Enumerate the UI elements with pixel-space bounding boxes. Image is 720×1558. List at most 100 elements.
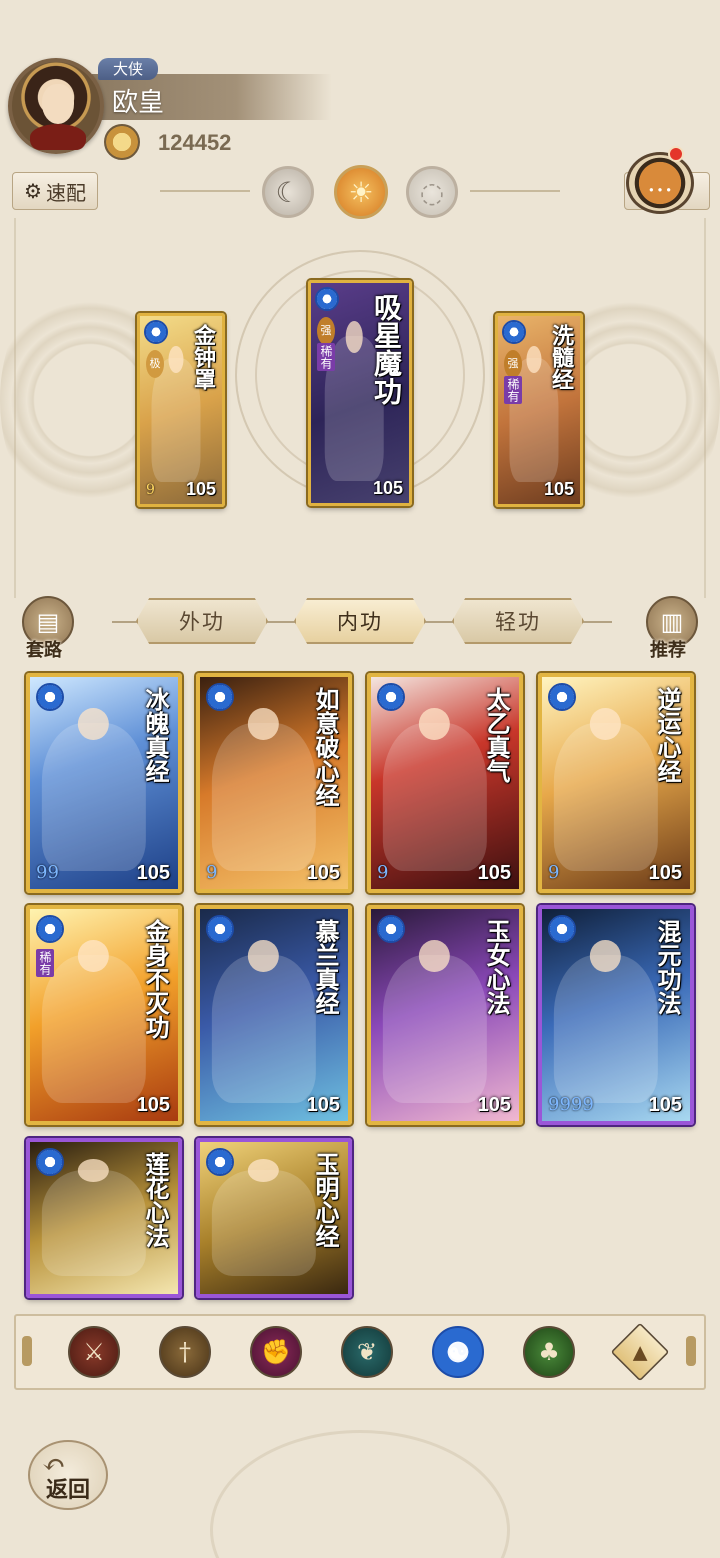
school-badge-icon: S [315, 287, 339, 311]
notification-dot [668, 146, 684, 162]
card-art [553, 939, 658, 1103]
chat-bubble-icon[interactable]: … [626, 152, 694, 214]
drop-icons: 9 [206, 862, 218, 883]
gear-icon: ⚙ [24, 179, 42, 203]
card-level: 105 [306, 862, 340, 884]
card-level: 105 [136, 1094, 170, 1116]
card-title: 玉女心法 [482, 919, 511, 1015]
recommend-label[interactable]: 推荐 [650, 636, 686, 662]
quick-config-button[interactable]: ⚙ 速配 [12, 172, 98, 210]
avatar[interactable] [8, 58, 104, 154]
card-title: 如意破心经 [311, 687, 340, 807]
skill-card[interactable]: S 冰魄真经 99 105 [26, 673, 182, 893]
coin-icon [104, 124, 140, 160]
skill-card[interactable]: S 如意破心经 9 105 [196, 673, 352, 893]
moon-icon[interactable]: ☾ [262, 166, 314, 218]
school-badge-icon: S [502, 320, 526, 344]
school-badge-icon: S [548, 683, 576, 711]
card-title: 慕兰真经 [311, 919, 340, 1015]
rarity-tag: 稀有 [317, 343, 335, 371]
school-badge-icon: S [36, 915, 64, 943]
card-art [41, 939, 146, 1103]
background-bottom-ornament [210, 1430, 510, 1558]
school-badge-icon: S [377, 683, 405, 711]
school-badge-icon: S [144, 320, 168, 344]
school-badge-icon: S [206, 915, 234, 943]
rarity-tag: 稀有 [36, 949, 54, 977]
equipped-slot-1[interactable]: S 极 金钟罩 9 105 [137, 313, 225, 507]
grade-tag: 强 [504, 350, 522, 378]
tab-qinggong[interactable]: 轻功 [452, 598, 584, 644]
card-level: 105 [477, 862, 511, 884]
back-button[interactable]: 返回 [28, 1440, 108, 1510]
card-art [382, 939, 487, 1103]
school-badge-icon: S [206, 683, 234, 711]
drop-icons: 9 [548, 862, 560, 883]
card-level: 105 [648, 862, 682, 884]
card-title: 玉明心经 [311, 1152, 340, 1248]
card-art [41, 1158, 146, 1276]
school-badge-icon: S [377, 915, 405, 943]
card-art [41, 707, 146, 871]
skill-card[interactable]: S 莲花心法 [26, 1138, 182, 1298]
skill-card[interactable]: S 逆运心经 9 105 [538, 673, 694, 893]
card-title: 逆运心经 [653, 687, 682, 783]
gourd-icon[interactable]: ♣ [523, 1326, 575, 1378]
back-arrow-icon: ↶ [42, 1448, 66, 1481]
school-badge-icon: S [36, 1148, 64, 1176]
sword-icon[interactable]: ⚔ [68, 1326, 120, 1378]
skill-card[interactable]: S 稀有 金身不灭功 105 [26, 905, 182, 1125]
card-title: 金身不灭功 [141, 919, 170, 1039]
coin-count: 124452 [158, 130, 232, 155]
equipped-slot-3[interactable]: S 强 稀有 洗髓经 105 [495, 313, 583, 507]
drop-icons: 9 [377, 862, 389, 883]
card-level: 105 [372, 478, 403, 498]
card-level: 105 [136, 862, 170, 884]
divider-right [470, 190, 560, 192]
card-level: 105 [477, 1094, 511, 1116]
rarity-tag: 稀有 [504, 376, 522, 404]
card-level: 105 [648, 1094, 682, 1116]
tab-waigong[interactable]: 外功 [136, 598, 268, 644]
card-level: 105 [306, 1094, 340, 1116]
card-title: 莲花心法 [141, 1152, 170, 1248]
school-badge-icon: S [548, 915, 576, 943]
divider-left [160, 190, 250, 192]
card-title: 混元功法 [653, 919, 682, 1015]
card-level: 105 [543, 479, 574, 499]
drop-icons: 9 [146, 482, 155, 498]
bar-end-ornament [22, 1336, 32, 1366]
taiji-icon[interactable]: ☯ [432, 1326, 484, 1378]
grade-tag: 强 [317, 317, 335, 345]
fan-icon[interactable]: ❦ [341, 1326, 393, 1378]
tab-neigong[interactable]: 内功 [294, 598, 426, 644]
skill-card[interactable]: S 太乙真气 9 105 [367, 673, 523, 893]
sun-icon[interactable]: ☀ [334, 165, 388, 219]
ring-icon[interactable]: ◌ [406, 166, 458, 218]
card-art [553, 707, 658, 871]
card-art [211, 707, 316, 871]
card-title: 吸星魔功 [370, 293, 403, 405]
avatar-face [42, 84, 74, 124]
skill-card[interactable]: S 慕兰真经 105 [196, 905, 352, 1125]
card-title: 洗髓经 [548, 324, 574, 390]
dagger-icon[interactable]: † [159, 1326, 211, 1378]
school-badge-icon: S [206, 1148, 234, 1176]
card-level: 105 [185, 479, 216, 499]
routine-label[interactable]: 套路 [26, 636, 62, 662]
skill-card[interactable]: S 混元功法 9999 105 [538, 905, 694, 1125]
skill-card[interactable]: S 玉明心经 [196, 1138, 352, 1298]
quick-config-label: 速配 [45, 180, 86, 205]
card-title: 太乙真气 [482, 687, 511, 783]
fist-icon[interactable]: ✊ [250, 1326, 302, 1378]
skill-card[interactable]: S 玉女心法 105 [367, 905, 523, 1125]
card-title: 冰魄真经 [141, 687, 170, 783]
grade-tag: 极 [146, 350, 164, 378]
player-title-badge: 大侠 [98, 58, 158, 80]
equipped-slot-2[interactable]: S 强 稀有 吸星魔功 105 [308, 280, 412, 506]
drop-icons: 99 [36, 862, 59, 883]
bar-end-ornament [686, 1336, 696, 1366]
card-art [382, 707, 487, 871]
player-name: 欧皇 [112, 88, 165, 118]
card-art [211, 939, 316, 1103]
